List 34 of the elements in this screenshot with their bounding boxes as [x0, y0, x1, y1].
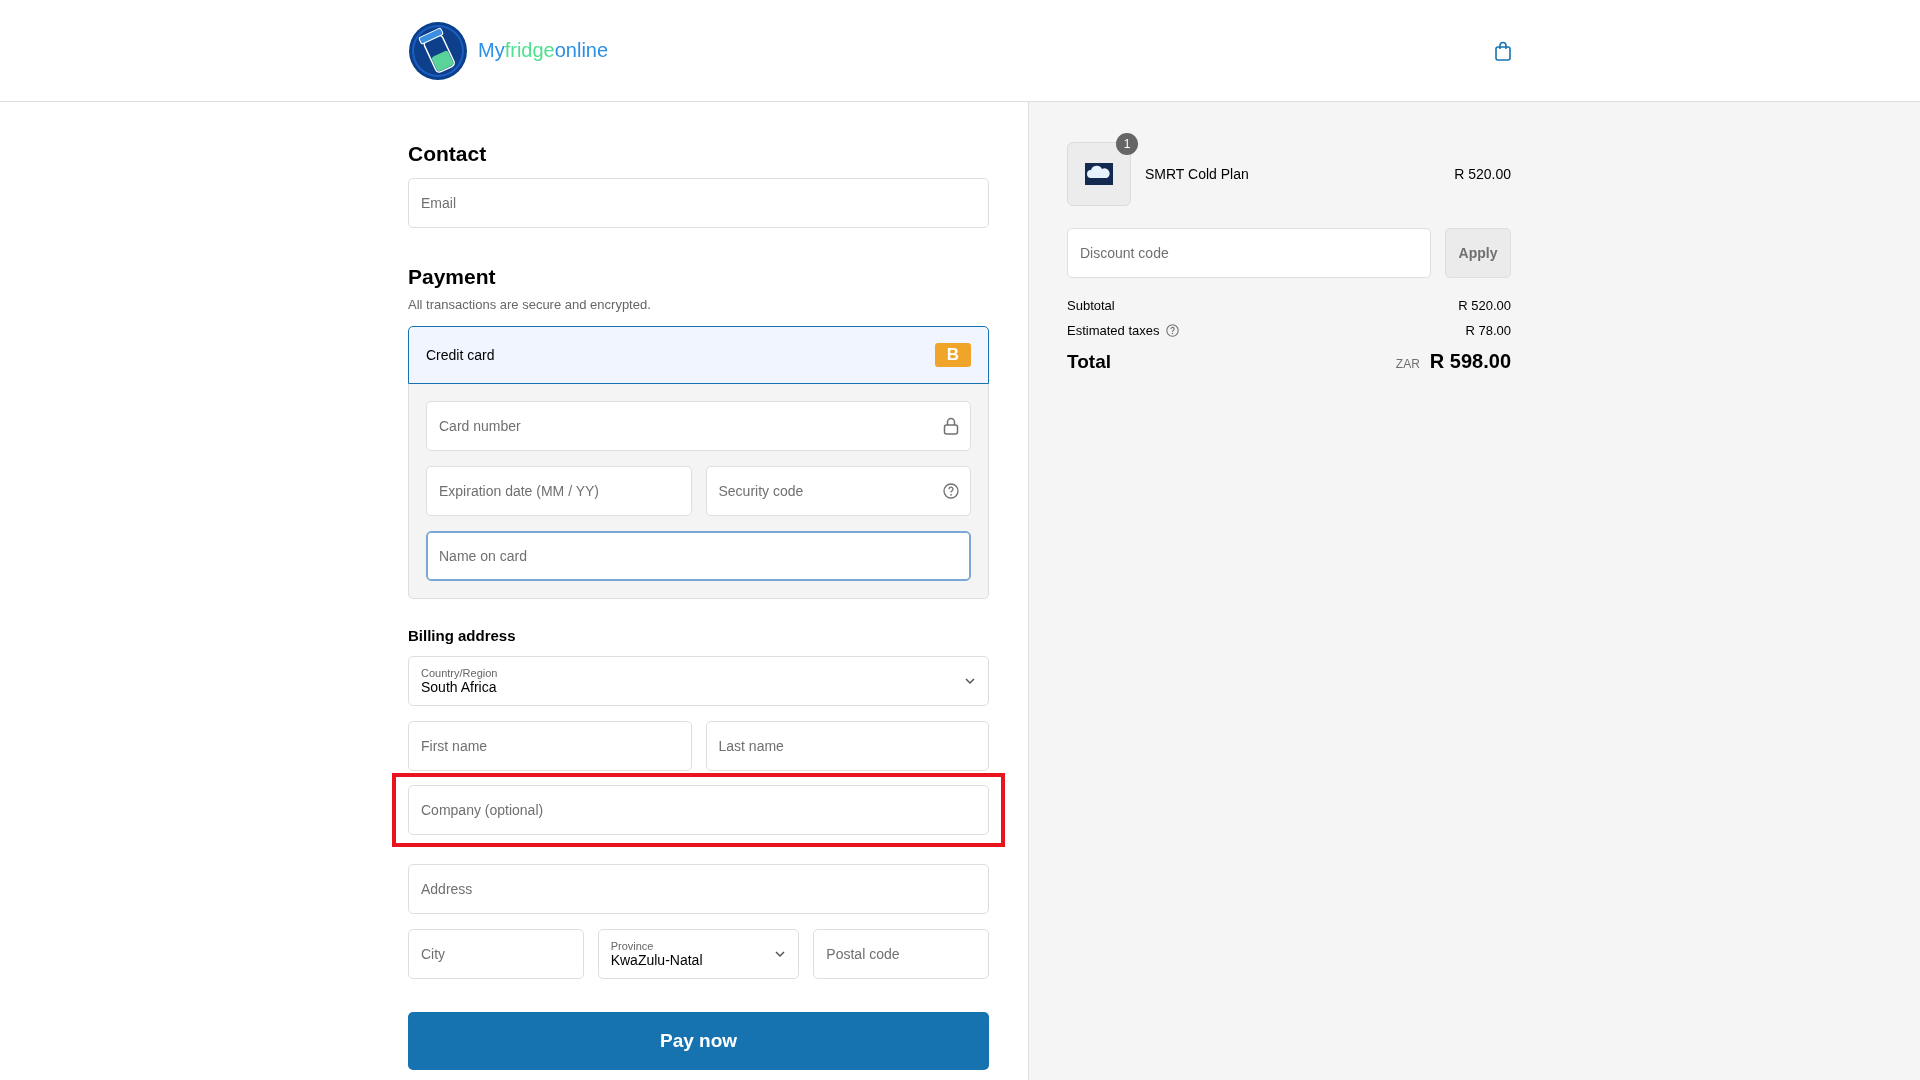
section-subtitle: All transactions are secure and encrypted.	[408, 297, 652, 312]
select-field[interactable]: Province KwaZulu-Natal	[597, 929, 800, 979]
pay-now-button[interactable]: Pay now	[408, 1012, 989, 1070]
summary-label: Estimated taxes	[1067, 323, 1160, 338]
card-brand-badge: B	[934, 343, 971, 367]
chevron-down-icon	[964, 675, 976, 687]
summary-label: Subtotal	[1067, 298, 1115, 313]
total-value: R 598.00	[1429, 350, 1511, 373]
field-label: Country/Region	[421, 667, 498, 679]
quantity-badge: 1	[1116, 133, 1138, 155]
summary-value: R 78.00	[1465, 323, 1511, 338]
payment-method-option[interactable]: Credit card B	[408, 326, 989, 384]
shopping-bag-icon[interactable]	[1494, 40, 1512, 61]
logo-icon	[408, 20, 468, 81]
currency-code: ZAR	[1395, 357, 1420, 371]
field-value: KwaZulu-Natal	[610, 952, 703, 968]
payment-method-label: Credit card	[426, 347, 495, 363]
apply-button[interactable]: Apply	[1445, 228, 1511, 278]
chevron-down-icon	[774, 948, 787, 960]
summary-value: R 520.00	[1458, 298, 1511, 313]
lock-icon	[943, 417, 959, 435]
total-label: Total	[1067, 351, 1111, 373]
input-field[interactable]: Name on card	[426, 531, 971, 581]
cloud-icon	[1085, 163, 1113, 185]
section-title: Billing address	[408, 627, 517, 644]
select-field[interactable]: Country/Region South Africa	[408, 656, 989, 706]
field-value: South Africa	[421, 679, 498, 695]
product-price: R 520.00	[1454, 166, 1511, 182]
help-icon[interactable]	[1165, 324, 1179, 337]
section-title: Payment	[408, 265, 497, 289]
section-title: Contact	[408, 142, 488, 166]
product-name: SMRT Cold Plan	[1145, 166, 1250, 182]
field-label: Province	[610, 940, 655, 952]
help-icon[interactable]	[943, 483, 959, 499]
